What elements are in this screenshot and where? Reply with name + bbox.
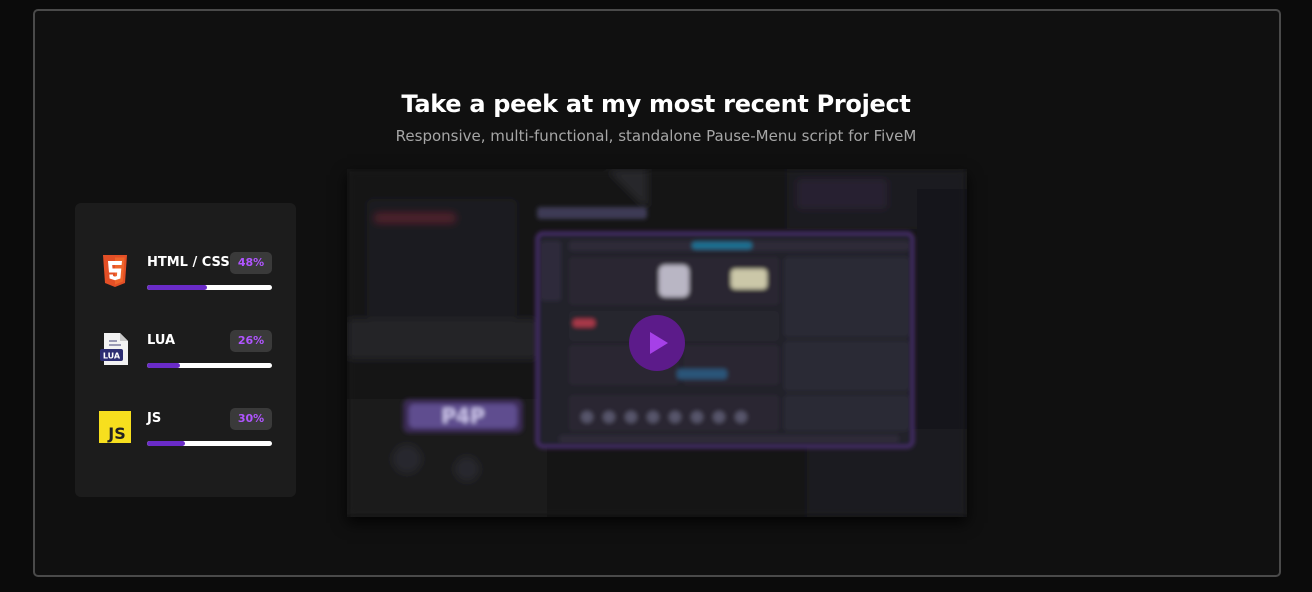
skill-name: JS: [147, 411, 162, 426]
skills-card: HTML / CSS 48% LUA LUA 26% JS JS 30%: [75, 203, 296, 497]
skill-item-js: JS JS 30%: [75, 408, 296, 459]
skill-progress-fill: [147, 441, 185, 446]
javascript-icon: JS: [99, 411, 131, 443]
play-button[interactable]: [629, 315, 685, 371]
skill-progress-bar: [147, 363, 272, 368]
skill-progress-fill: [147, 285, 207, 290]
project-video-player[interactable]: P4P: [347, 169, 967, 517]
play-icon: [650, 332, 668, 354]
skill-percent-badge: 30%: [230, 408, 272, 430]
skill-item-lua: LUA LUA 26%: [75, 330, 296, 381]
skill-name: HTML / CSS: [147, 255, 230, 270]
skill-progress-bar: [147, 285, 272, 290]
section-title: Take a peek at my most recent Project: [401, 90, 911, 118]
skill-progress-fill: [147, 363, 180, 368]
skill-item-html-css: HTML / CSS 48%: [75, 252, 296, 303]
skill-percent-badge: 48%: [230, 252, 272, 274]
skill-percent-badge: 26%: [230, 330, 272, 352]
section-subtitle: Responsive, multi-functional, standalone…: [395, 127, 917, 145]
lua-file-icon: LUA: [100, 333, 128, 365]
skill-name: LUA: [147, 333, 176, 348]
svg-text:JS: JS: [107, 424, 125, 443]
thumbnail-logo: P4P: [441, 404, 484, 428]
skill-progress-bar: [147, 441, 272, 446]
svg-text:LUA: LUA: [103, 352, 121, 361]
html5-icon: [103, 255, 127, 287]
